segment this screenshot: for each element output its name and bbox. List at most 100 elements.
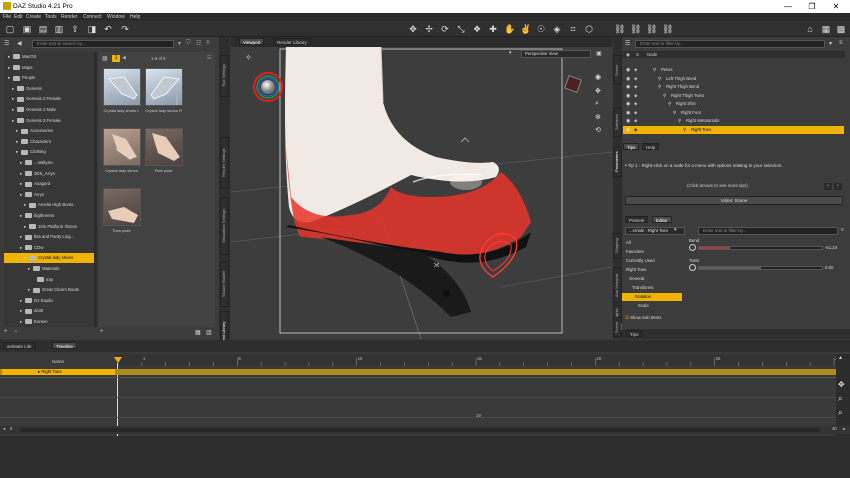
search-options-icon[interactable]: ▾ xyxy=(178,40,181,47)
active-pose-icon[interactable]: ✋ xyxy=(504,24,515,34)
region-nav-icon[interactable]: ☉ xyxy=(536,24,546,34)
eye-icon[interactable]: ◉ xyxy=(626,83,630,91)
slider-options-icon[interactable] xyxy=(689,264,696,271)
tree-item[interactable]: ▸ Materials xyxy=(4,264,94,274)
thumb-toes-pose[interactable] xyxy=(103,188,141,226)
content-search-input[interactable]: Enter text to search by... xyxy=(32,40,174,48)
vtab-aux-viewport[interactable]: Aux Viewport xyxy=(613,267,622,303)
thumb-crystal-shoes-r[interactable] xyxy=(145,68,183,106)
tree-item[interactable]: ▸ Arryn xyxy=(4,190,94,200)
tree-item[interactable]: ▸ People xyxy=(4,73,94,83)
scene-node[interactable]: ◉ ◈ ⚲ Right Thigh Bend xyxy=(623,83,844,91)
scene-panel-menu-icon[interactable]: ≡ xyxy=(839,40,843,46)
tree-item[interactable]: ▸ Genesis 2 Male xyxy=(4,105,94,115)
new-file-icon[interactable]: ▢ xyxy=(5,24,15,34)
tree-item[interactable]: ▸ Maps xyxy=(4,63,94,73)
track-row[interactable]: ▸ Right Toes xyxy=(0,369,836,375)
translate-icon[interactable]: ✢ xyxy=(424,24,434,34)
video-scene-button[interactable]: Video: Scene xyxy=(625,196,843,205)
vtab-scene[interactable]: Scene xyxy=(613,55,622,85)
vtab-surfaces[interactable]: Surfaces xyxy=(613,107,622,137)
vtab-shader-builder[interactable]: Shader Builder xyxy=(220,261,229,307)
merge-file-icon[interactable]: ▤ xyxy=(38,24,48,34)
tree-item[interactable]: ▸ Crystal lady shoes xyxy=(4,253,94,264)
scene-menu-icon[interactable]: ☰ xyxy=(625,40,630,47)
universal-tool-icon[interactable]: ✥ xyxy=(408,24,418,34)
param-category-item[interactable]: Rotation xyxy=(622,293,682,301)
maximize-button[interactable]: ❐ xyxy=(800,0,824,13)
orbit-icon[interactable]: ◉ xyxy=(595,73,601,81)
eye-icon[interactable]: ◉ xyxy=(626,92,630,100)
viewport-menu-icon[interactable]: ▾ xyxy=(509,50,517,57)
param-category-item[interactable]: Favorites xyxy=(622,248,682,256)
fit-timeline-icon[interactable]: ⌕ xyxy=(838,408,842,418)
tree-item[interactable]: ▸ Amelia High Boots xyxy=(4,200,94,210)
save-icon[interactable]: ▥ xyxy=(54,24,64,34)
zoom-timeline-icon[interactable]: ⌕ xyxy=(838,394,842,404)
vtab-scene-info[interactable]: Scene Info xyxy=(613,317,624,337)
export-icon[interactable]: ⇪ xyxy=(70,24,80,34)
select-icon[interactable]: ◈ xyxy=(634,100,637,108)
tab-render-library[interactable]: Render Library xyxy=(273,38,311,45)
tree-item[interactable]: ▸ Anagord xyxy=(4,179,94,189)
slider-value[interactable]: -61.24 xyxy=(825,245,837,250)
tree-item[interactable]: ▸ 10in Platform Ihsess xyxy=(4,222,94,232)
thumb-feet-pose[interactable] xyxy=(145,128,183,166)
tree-item[interactable]: ▸ DJ-Studio xyxy=(4,296,94,306)
scene-filter-input[interactable]: Enter text to filter by... xyxy=(635,40,825,48)
render-icon[interactable]: ◨ xyxy=(87,24,97,34)
geometry-editor-icon[interactable]: ⬡ xyxy=(584,24,594,34)
vtab-parameters[interactable]: Parameters xyxy=(613,147,622,177)
tree-item[interactable]: ▸ CDw xyxy=(4,243,94,253)
add-icon[interactable]: + xyxy=(4,329,12,336)
param-category-item[interactable]: General xyxy=(622,275,682,283)
tree-item[interactable]: tray xyxy=(4,275,94,285)
joint-editor-icon[interactable]: ✚ xyxy=(488,24,498,34)
vtab-shaping[interactable]: Shaping xyxy=(613,233,622,259)
next-tip-button[interactable]: › xyxy=(834,183,842,190)
select-icon[interactable]: ◈ xyxy=(634,126,637,134)
minimize-button[interactable]: — xyxy=(776,0,800,13)
select-icon[interactable]: ◈ xyxy=(634,75,637,83)
slider-track[interactable] xyxy=(698,266,823,270)
vtab-render-settings[interactable]: Render Settings xyxy=(220,137,229,189)
tree-item[interactable]: ▸ Genesis xyxy=(4,84,94,94)
scene-node[interactable]: ◉ ◈ ⚲ Right Thigh Twist xyxy=(623,92,844,100)
surface-selection-icon[interactable]: ◈ xyxy=(552,24,562,34)
scene-node[interactable]: ◉ ◈ ⚲ Left Thigh Bend xyxy=(623,75,844,83)
menu-window[interactable]: Window xyxy=(107,14,125,20)
eye-icon[interactable]: ◉ xyxy=(626,100,630,108)
scene-node[interactable]: ◉ ◈ ⚲ Right Metatarsals xyxy=(623,117,844,125)
layout-icon[interactable]: ▦ xyxy=(821,24,831,34)
pan-timeline-icon[interactable]: ✥ xyxy=(838,380,845,389)
viewport-canvas[interactable]: ✧ ▾ Perspective View ▣ ◉ ✥ ⌕ ⊕ ⟲ xyxy=(230,46,613,340)
select-icon[interactable]: ◈ xyxy=(634,92,637,100)
tree-item[interactable]: ▸ bigthreens xyxy=(4,211,94,221)
remove-icon[interactable]: − xyxy=(14,329,22,336)
checkbox-icon[interactable]: ☑ xyxy=(625,315,629,320)
pan-icon[interactable]: ✥ xyxy=(595,87,601,95)
thumb-crystal-shoes[interactable] xyxy=(103,128,141,166)
menu-edit[interactable]: Edit xyxy=(14,14,23,20)
chain-tool-icon[interactable]: ⛓ xyxy=(630,24,641,34)
tab-viewport[interactable]: Viewport xyxy=(239,38,265,45)
select-icon[interactable]: ◈ xyxy=(634,83,637,91)
tree-item[interactable]: ▸ ...Valkyrie- xyxy=(4,158,94,168)
asset-options-icon[interactable]: ☷ xyxy=(207,55,211,61)
tree-item[interactable]: ▸ ds30 xyxy=(4,306,94,316)
prev-tip-button[interactable]: ‹ xyxy=(824,183,832,190)
home-icon[interactable]: ⌂ xyxy=(805,24,815,34)
tree-item[interactable]: ▸ Eonem xyxy=(4,317,94,327)
tree-scrollbar[interactable] xyxy=(94,52,97,327)
zoom-icon[interactable]: ⌕ xyxy=(595,100,599,108)
menu-connect[interactable]: Connect xyxy=(83,14,102,20)
tree-item[interactable]: ▸ Genesis 3 Female xyxy=(4,116,94,126)
select-icon[interactable]: ◈ xyxy=(634,117,637,125)
thumb-crystal-shoes-l[interactable] xyxy=(103,68,141,106)
scene-node[interactable]: ◉ ◈ ⚲ Right Shin xyxy=(623,100,844,108)
dolly-icon[interactable]: ⊕ xyxy=(595,113,601,121)
tree-item[interactable]: ▸ Characters xyxy=(4,137,94,147)
vtab-tool-settings[interactable]: Tool Settings xyxy=(220,55,229,97)
param-category-item[interactable]: Transforms xyxy=(622,284,682,292)
param-category-item[interactable]: Right Toes xyxy=(622,266,682,274)
